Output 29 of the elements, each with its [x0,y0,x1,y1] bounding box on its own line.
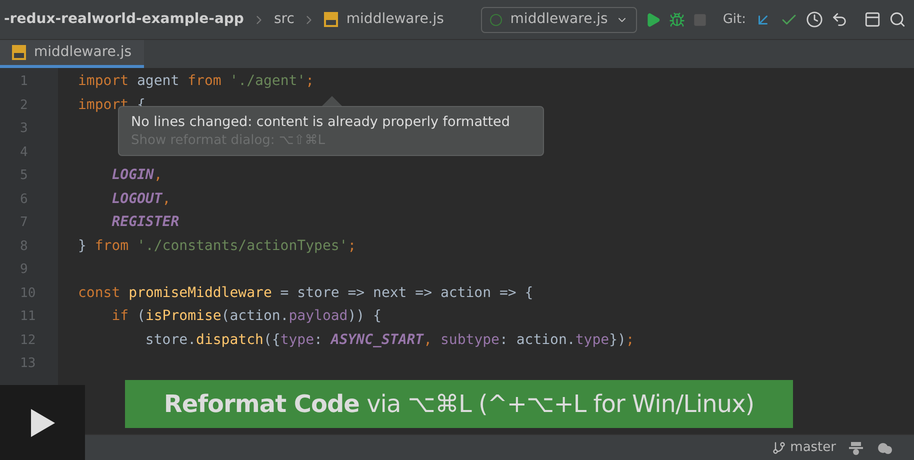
code-line: import agent from './agent'; [78,72,314,91]
play-button[interactable] [0,385,85,460]
search-icon[interactable] [889,11,906,28]
code-line: const promiseMiddleware = store => next => action => { [78,284,534,302]
rollback-icon[interactable] [831,11,848,28]
history-icon[interactable] [806,11,823,28]
window-icon[interactable] [864,11,881,28]
caption-banner: Reformat Code via ⌥⌘L (^+⌥+L for Win/Linux) [125,380,793,428]
editor-tab[interactable]: middleware.js [0,40,144,68]
breadcrumb[interactable]: -redux-realworld-example-app [4,9,244,30]
run-config-dropdown[interactable]: middleware.js [481,6,637,32]
debug-icon[interactable] [668,12,685,28]
branch-widget[interactable]: master [772,438,836,458]
code-line: } from './constants/actionTypes'; [78,236,356,256]
code-line: REGISTER [110,213,180,232]
code-line: LOGOUT, [110,190,171,208]
git-label: Git: [722,10,746,29]
js-file-icon [12,45,26,60]
node-icon [490,14,502,26]
tooltip-message: No lines changed: content is already properly formatted [131,113,511,132]
branch-icon [772,440,786,454]
breadcrumb[interactable]: middleware.js [346,9,444,30]
run-icon[interactable] [644,12,661,28]
code-line: if (isPromise(action.payload)) { [110,307,382,326]
code-line: LOGIN, [110,166,162,185]
breadcrumb[interactable]: src [274,9,294,30]
code-line: store.dispatch({type: ASYNC_START, subtype: action.type}); [144,330,634,350]
js-file-icon [324,12,338,27]
play-icon [30,408,54,436]
